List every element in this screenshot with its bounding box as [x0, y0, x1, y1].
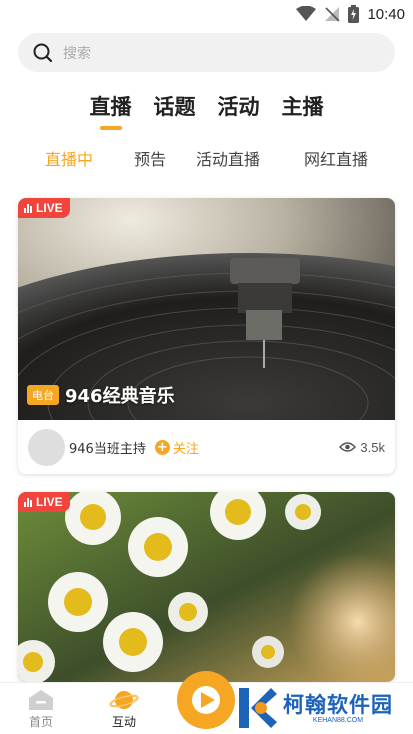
- subtab-influencer-live[interactable]: 网红直播: [304, 146, 368, 170]
- card-cover-image[interactable]: LIVE: [18, 492, 395, 682]
- battery-charging-icon: [348, 5, 360, 23]
- live-badge-label: LIVE: [36, 201, 63, 215]
- watermark-subtitle: KEHAN88.COM: [312, 716, 364, 724]
- tab-events[interactable]: 活动: [218, 92, 260, 130]
- follow-label: 关注: [172, 441, 199, 457]
- tab-live[interactable]: 直播: [90, 92, 132, 130]
- card-cover-image[interactable]: LIVE 电台 946经典音乐: [18, 198, 395, 420]
- center-action-icon[interactable]: [175, 669, 237, 731]
- viewer-count-value: 3.5k: [360, 439, 385, 455]
- search-icon: [33, 43, 53, 62]
- main-tabs: 直播 话题 活动 主播: [0, 92, 413, 130]
- host-name[interactable]: 946当班主持: [69, 438, 146, 457]
- live-badge: LIVE: [18, 198, 70, 218]
- subtab-preview[interactable]: 预告: [134, 146, 166, 170]
- sub-tabs: 直播中 预告 活动直播 网红直播: [0, 146, 413, 172]
- live-signal-icon: [24, 497, 32, 507]
- search-bar[interactable]: 搜索: [18, 33, 395, 72]
- eye-icon: [339, 442, 357, 452]
- viewer-count: 3.5k: [339, 440, 385, 455]
- card-caption: 电台 946经典音乐: [27, 382, 175, 408]
- watermark-logo-icon: [239, 688, 277, 728]
- card-footer: 946当班主持 + 关注 3.5k: [18, 420, 395, 474]
- plus-icon: +: [154, 439, 170, 455]
- nav-home[interactable]: 首页: [16, 689, 66, 730]
- nav-interact[interactable]: 互动: [99, 689, 149, 730]
- search-input[interactable]: 搜索: [63, 43, 91, 63]
- follow-button[interactable]: + 关注: [154, 438, 199, 457]
- subtab-event-live[interactable]: 活动直播: [196, 146, 260, 170]
- live-signal-icon: [24, 203, 32, 213]
- home-icon: [29, 690, 53, 710]
- category-tag: 电台: [27, 385, 59, 405]
- nav-interact-label: 互动: [111, 715, 136, 729]
- status-icons: 10:40: [296, 5, 405, 23]
- watermark: 柯翰软件园 KEHAN88.COM: [237, 686, 393, 730]
- live-badge-label: LIVE: [36, 495, 63, 509]
- watermark-title: 柯翰软件园: [283, 692, 393, 717]
- tab-topics[interactable]: 话题: [154, 92, 196, 130]
- chamomile-image: [18, 492, 395, 682]
- planet-icon: [109, 691, 139, 709]
- watermark-text: 柯翰软件园 KEHAN88.COM: [283, 693, 393, 724]
- live-card[interactable]: LIVE: [18, 492, 395, 682]
- wifi-icon: [296, 6, 317, 21]
- nav-home-label: 首页: [28, 715, 53, 729]
- tab-hosts[interactable]: 主播: [282, 92, 324, 130]
- live-card[interactable]: LIVE 电台 946经典音乐 946当班主持 + 关注 3.5k: [18, 198, 395, 474]
- no-signal-icon: [325, 7, 341, 22]
- status-time: 10:40: [367, 5, 405, 23]
- card-title: 946经典音乐: [65, 386, 175, 407]
- subtab-on-air[interactable]: 直播中: [45, 146, 93, 170]
- host-avatar[interactable]: [28, 428, 65, 466]
- status-bar: 10:40: [0, 0, 413, 30]
- screen: 10:40 搜索 直播 话题 活动 主播 直播中 预告 活动直播 网红直播 LI…: [0, 0, 413, 734]
- live-badge: LIVE: [18, 492, 70, 512]
